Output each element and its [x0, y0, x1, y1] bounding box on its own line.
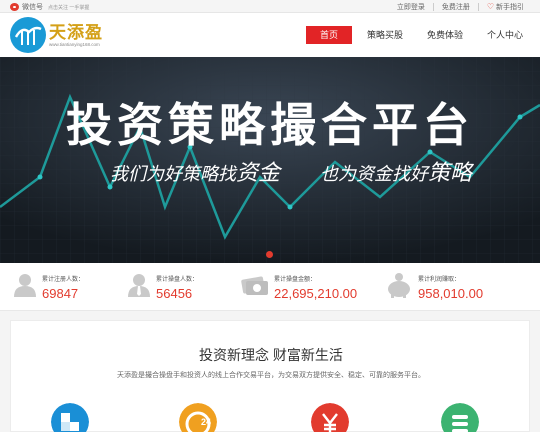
green-list-icon: [441, 403, 479, 432]
orange-24h-icon: 24: [179, 403, 217, 432]
money-icon: [241, 276, 268, 295]
user-icon: [14, 274, 36, 297]
stat-value: 69847: [42, 286, 79, 301]
stat-label: 累计操盘金额：: [274, 277, 317, 283]
logo-url: www.tiantianying168.com: [49, 41, 100, 47]
weibo-label: 微信号: [22, 4, 43, 11]
stat-amount: 累计操盘金额： 22,695,210.00: [240, 272, 357, 301]
slogan-part-1: 我们为好策略找: [110, 164, 236, 184]
nav-home[interactable]: 首页: [305, 26, 352, 44]
stat-label: 累计操盘人数：: [156, 277, 199, 283]
banner-title: 投资策略撮合平台: [66, 98, 474, 152]
site-header: 天添盈 www.tiantianying168.com 首页 策略买股 免费体验…: [0, 13, 540, 57]
nav-strategy-buy[interactable]: 策略买股: [358, 26, 412, 44]
slogan-part-4: 策略: [428, 160, 473, 185]
section-heading: 投资新理念 财富新生活: [199, 347, 343, 363]
stat-label: 累计利润赚取：: [418, 277, 461, 283]
stat-value: 56456: [156, 286, 193, 301]
guide-label: 新手指引: [496, 4, 524, 11]
stat-value: 958,010.00: [418, 286, 484, 301]
weibo-subtext: 点击关注 一手掌握: [48, 4, 90, 11]
stat-label: 累计注册人数：: [42, 277, 85, 283]
heart-icon: ♡: [486, 2, 494, 11]
stats-bar: 累计注册人数： 69847 累计操盘人数： 56456 累计操盘金额： 22,6…: [0, 263, 540, 311]
top-bar: 微信号 点击关注 一手掌握 立即登录 免费注册 ♡ 新手指引: [0, 0, 540, 13]
slogan-part-2: 资金: [236, 160, 281, 185]
section-description: 天添盈是撮合操盘手和投资人的线上合作交易平台，为交易双方提供安全、稳定、可靠的服…: [117, 372, 425, 379]
stat-value: 22,695,210.00: [274, 286, 358, 301]
login-link[interactable]: 立即登录: [389, 2, 433, 12]
nav-user-center[interactable]: 个人中心: [478, 26, 532, 44]
hero-banner[interactable]: 投资策略撮合平台 我们为好策略找资金 也为资金找好策略: [0, 57, 540, 263]
logo[interactable]: 天添盈 www.tiantianying168.com: [10, 17, 103, 53]
logo-emblem-icon: [10, 17, 46, 53]
stat-registered: 累计注册人数： 69847: [12, 272, 84, 301]
trader-icon: [128, 274, 150, 297]
top-links: 立即登录 免费注册 ♡ 新手指引: [389, 2, 532, 12]
carousel-dot[interactable]: [266, 251, 273, 258]
main-nav: 首页 策略买股 免费体验 个人中心: [300, 26, 532, 44]
intro-section: 投资新理念 财富新生活 天添盈是撮合操盘手和投资人的线上合作交易平台，为交易双方…: [10, 320, 530, 432]
svg-text:24: 24: [201, 417, 211, 427]
logo-name: 天添盈: [49, 22, 103, 42]
banner-slogan: 我们为好策略找资金 也为资金找好策略: [110, 155, 472, 187]
guide-link[interactable]: ♡ 新手指引: [479, 2, 532, 12]
blue-square-icon: [51, 403, 89, 432]
red-yen-icon: [311, 403, 349, 432]
slogan-part-3: 也为资金找好: [320, 164, 429, 184]
piggy-bank-icon: [388, 273, 410, 298]
register-link[interactable]: 免费注册: [434, 2, 478, 12]
weibo-icon: [10, 3, 19, 11]
stat-profit: 累计利润赚取： 958,010.00: [384, 272, 483, 301]
nav-free-trial[interactable]: 免费体验: [418, 26, 472, 44]
weibo-follow[interactable]: 微信号 点击关注 一手掌握: [10, 2, 89, 12]
stat-traders: 累计操盘人数： 56456: [126, 272, 198, 301]
